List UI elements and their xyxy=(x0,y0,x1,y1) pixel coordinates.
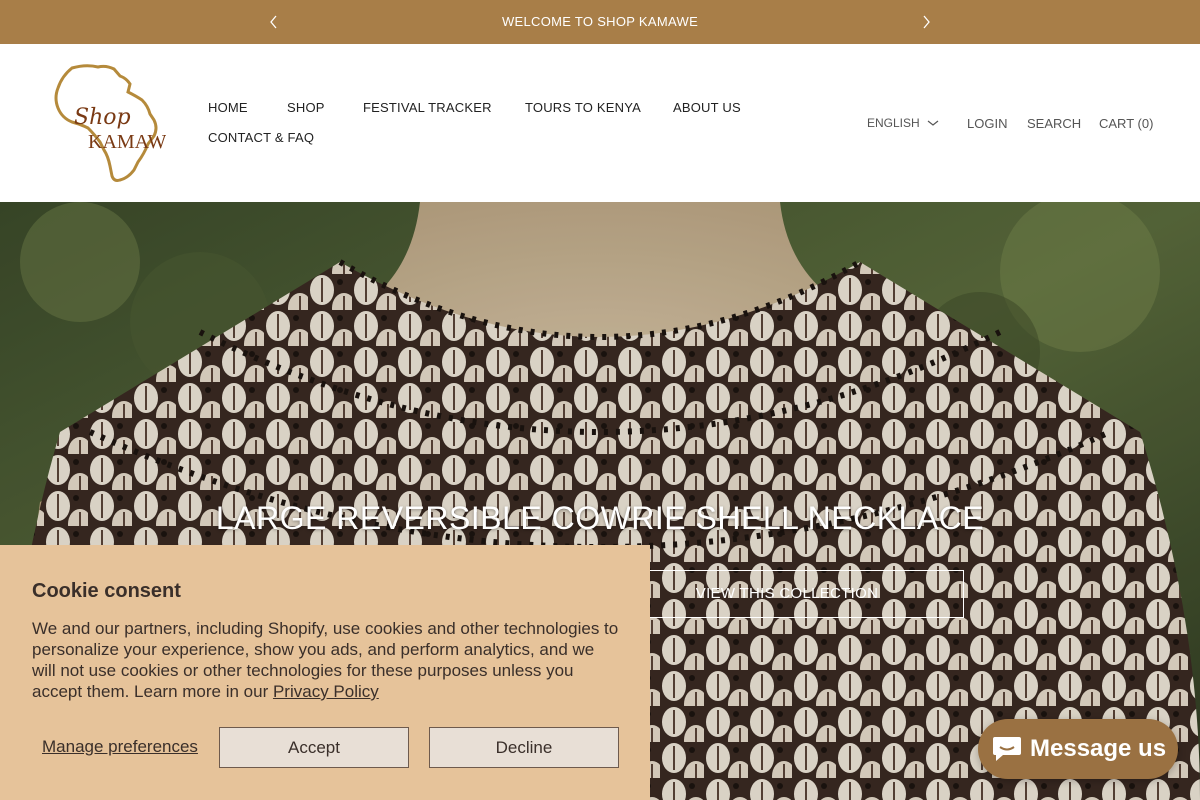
nav-item-contact-faq[interactable]: CONTACT & FAQ xyxy=(208,130,314,145)
cookie-title: Cookie consent xyxy=(32,580,181,602)
language-label: ENGLISH xyxy=(867,116,920,130)
nav-item-festival-tracker[interactable]: FESTIVAL TRACKER xyxy=(363,100,492,115)
decline-button[interactable]: Decline xyxy=(429,727,619,768)
privacy-policy-link[interactable]: Privacy Policy xyxy=(273,682,379,701)
announcement-next-button[interactable] xyxy=(914,10,938,34)
announcement-text: WELCOME TO SHOP KAMAWE xyxy=(501,14,699,29)
nav-item-tours-to-kenya[interactable]: TOURS TO KENYA xyxy=(525,100,641,115)
cookie-consent-banner: Cookie consent We and our partners, incl… xyxy=(0,545,650,800)
cart-link[interactable]: CART (0) xyxy=(1099,116,1153,131)
nav-item-home[interactable]: HOME xyxy=(208,100,248,115)
logo-text-shop: Shop xyxy=(74,105,131,130)
chevron-down-icon xyxy=(927,120,939,126)
site-logo[interactable]: Shop KAMAWE xyxy=(50,62,179,184)
hero-title: LARGE REVERSIBLE COWRIE SHELL NECKLACE xyxy=(215,500,985,536)
search-link[interactable]: SEARCH xyxy=(1027,116,1081,131)
manage-preferences-link[interactable]: Manage preferences xyxy=(42,737,198,757)
logo-text-kamawe: KAMAWE xyxy=(88,131,166,153)
view-collection-button[interactable]: VIEW THIS COLLECTION xyxy=(610,570,964,618)
nav-item-shop[interactable]: SHOP xyxy=(287,100,325,115)
message-us-label: Message us xyxy=(1030,735,1167,762)
cookie-body: We and our partners, including Shopify, … xyxy=(32,618,622,702)
message-us-button[interactable]: Message us xyxy=(978,719,1178,779)
chevron-right-icon xyxy=(923,15,930,29)
accept-button[interactable]: Accept xyxy=(219,727,409,768)
site-header: Shop KAMAWE HOME SHOP FESTIVAL TRACKER T… xyxy=(0,44,1200,202)
language-selector[interactable]: ENGLISH xyxy=(867,116,939,130)
announcement-bar: WELCOME TO SHOP KAMAWE xyxy=(0,0,1200,44)
login-link[interactable]: LOGIN xyxy=(967,116,1007,131)
chat-bubble-icon xyxy=(993,737,1021,761)
nav-item-about-us[interactable]: ABOUT US xyxy=(673,100,741,115)
